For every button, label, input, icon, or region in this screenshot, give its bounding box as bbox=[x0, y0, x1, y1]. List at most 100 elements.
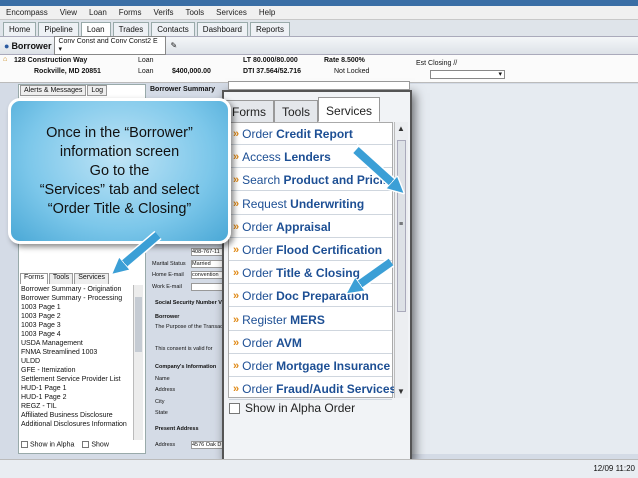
main-tab-bar: Home Pipeline Loan Trades Contacts Dashb… bbox=[0, 20, 638, 37]
service-item-name: Product and Pricing bbox=[283, 173, 398, 188]
present-address-field[interactable]: 4576 Oak D bbox=[191, 441, 225, 449]
service-item[interactable]: » Order Flood Certification bbox=[229, 240, 392, 261]
company-name-label: Name bbox=[155, 376, 170, 382]
service-item[interactable]: » Access Lenders bbox=[229, 147, 392, 169]
form-item[interactable]: HUD-1 Page 2 bbox=[21, 393, 133, 402]
menu-services[interactable]: Services bbox=[210, 8, 253, 17]
bullet-chevron-icon: » bbox=[233, 383, 240, 396]
scrollbar-thumb[interactable]: ≡ bbox=[397, 140, 406, 312]
service-item-name: Title & Closing bbox=[276, 266, 360, 281]
chevron-down-icon: ▾ bbox=[498, 71, 502, 78]
service-item-name: Flood Certification bbox=[276, 243, 383, 257]
form-item[interactable]: Additional Disclosures Information bbox=[21, 420, 133, 429]
tab-reports[interactable]: Reports bbox=[249, 22, 290, 36]
form-item[interactable]: 1003 Page 1 bbox=[21, 303, 133, 312]
service-item[interactable]: » Order Doc Preparation bbox=[229, 286, 392, 308]
popup-tab-tools[interactable]: Tools bbox=[274, 100, 319, 122]
service-item-name: Underwriting bbox=[290, 196, 365, 211]
show-checkbox[interactable]: Show bbox=[82, 441, 109, 448]
scroll-up-icon[interactable]: ▲ bbox=[397, 124, 405, 133]
tab-log[interactable]: Log bbox=[87, 85, 108, 96]
service-item[interactable]: » Order Title & Closing bbox=[229, 263, 392, 285]
scroll-down-icon[interactable]: ▼ bbox=[397, 387, 405, 396]
service-item[interactable]: » Order AVM bbox=[229, 333, 392, 354]
borrower-label: Borrower bbox=[11, 40, 52, 51]
menu-encompass[interactable]: Encompass bbox=[0, 8, 54, 17]
menu-loan[interactable]: Loan bbox=[83, 8, 113, 17]
service-item[interactable]: » Register MERS bbox=[229, 310, 392, 331]
service-item[interactable]: » Order Appraisal bbox=[229, 217, 392, 238]
popup-tab-services[interactable]: Services bbox=[318, 97, 381, 122]
est-closing-label: Est Closing // bbox=[416, 60, 458, 67]
form-item[interactable]: Borrower Summary - Processing bbox=[21, 294, 133, 303]
menu-help[interactable]: Help bbox=[253, 8, 281, 17]
form-item[interactable]: GFE - Itemization bbox=[21, 366, 133, 375]
marital-status-value: Married bbox=[192, 261, 211, 267]
service-item[interactable]: » Order Fraud/Audit Services bbox=[229, 379, 396, 401]
grip-icon: ≡ bbox=[399, 221, 404, 228]
show-label: Show bbox=[91, 441, 109, 449]
menu-tools[interactable]: Tools bbox=[179, 8, 210, 17]
service-item[interactable]: » Order Credit Report bbox=[229, 124, 392, 145]
service-item-verb: Search bbox=[242, 173, 284, 188]
left-tab-tools[interactable]: Tools bbox=[48, 273, 74, 284]
service-item-verb: Order bbox=[242, 382, 277, 397]
menu-bar: Encompass View Loan Forms Verifs Tools S… bbox=[0, 6, 638, 20]
form-item[interactable]: 1003 Page 4 bbox=[21, 330, 133, 339]
phone-field[interactable]: 408-767-11 bbox=[191, 248, 225, 256]
form-item[interactable]: ULDD bbox=[21, 357, 133, 366]
form-item[interactable]: FNMA Streamlined 1003 bbox=[21, 348, 133, 357]
work-email-label: Work E-mail bbox=[152, 284, 182, 290]
menu-view[interactable]: View bbox=[54, 8, 83, 17]
show-alpha-order-checkbox[interactable]: Show in Alpha Order bbox=[229, 401, 355, 415]
phone-value: 408-767-11 bbox=[192, 249, 220, 255]
ssn-section-label: Social Security Number V bbox=[155, 300, 222, 306]
form-item[interactable]: REGZ - TIL bbox=[21, 402, 133, 411]
form-item[interactable]: Borrower Summary - Origination bbox=[21, 285, 133, 294]
scrollbar-thumb[interactable] bbox=[135, 297, 142, 352]
marital-status-field[interactable]: Married bbox=[191, 260, 225, 268]
menu-verifs[interactable]: Verifs bbox=[147, 8, 179, 17]
tab-pipeline[interactable]: Pipeline bbox=[38, 22, 79, 36]
tab-contacts[interactable]: Contacts bbox=[151, 22, 195, 36]
loan-header-bar: ● Borrower Conv Const and Conv Const2 E … bbox=[0, 36, 638, 55]
service-item-name: AVM bbox=[276, 335, 302, 350]
checkbox-box[interactable] bbox=[229, 402, 240, 414]
service-item[interactable]: » Order Mortgage Insurance bbox=[229, 356, 392, 377]
service-item-verb: Order bbox=[242, 335, 277, 350]
alerts-tab-strip: Alerts & Messages Log bbox=[20, 85, 108, 96]
tab-dashboard[interactable]: Dashboard bbox=[196, 22, 248, 36]
service-item-name: Credit Report bbox=[276, 127, 353, 141]
form-item[interactable]: 1003 Page 3 bbox=[21, 321, 133, 330]
present-address-value: 4576 Oak D bbox=[192, 442, 222, 448]
tab-trades[interactable]: Trades bbox=[112, 22, 150, 36]
form-item[interactable]: USDA Management bbox=[21, 339, 133, 348]
menu-forms[interactable]: Forms bbox=[113, 8, 148, 17]
forms-list-scrollbar[interactable] bbox=[133, 285, 143, 440]
edit-icon[interactable]: ✎ bbox=[170, 41, 177, 50]
form-item[interactable]: 1003 Page 2 bbox=[21, 312, 133, 321]
service-item[interactable]: » Search Product and Pricing bbox=[229, 170, 398, 192]
service-item[interactable]: » Request Underwriting bbox=[229, 194, 392, 215]
loan-amount: $400,000.00 bbox=[172, 68, 211, 75]
work-email-field[interactable] bbox=[191, 283, 225, 291]
borrower-pair-select[interactable]: Conv Const and Conv Const2 E ▾ bbox=[54, 36, 167, 55]
service-item-verb: Order bbox=[242, 266, 277, 281]
home-email-field[interactable]: convention bbox=[191, 271, 225, 279]
est-closing-dropdown[interactable]: ▾ bbox=[430, 70, 505, 79]
form-item[interactable]: Affiliated Business Disclosure bbox=[21, 411, 133, 420]
loan-label-2: Loan bbox=[138, 68, 154, 75]
services-list-scrollbar[interactable]: ▲ ≡ ▼ bbox=[394, 122, 408, 398]
tab-alerts-messages[interactable]: Alerts & Messages bbox=[20, 85, 87, 96]
form-item[interactable]: Settlement Service Provider List bbox=[21, 375, 133, 384]
bullet-chevron-icon: » bbox=[233, 128, 240, 140]
left-tab-services[interactable]: Services bbox=[74, 273, 110, 284]
tab-home[interactable]: Home bbox=[3, 22, 37, 36]
loan-label: Loan bbox=[138, 57, 154, 64]
left-tab-forms[interactable]: Forms bbox=[20, 273, 48, 284]
form-item[interactable]: HUD-1 Page 1 bbox=[21, 384, 133, 393]
company-state-label: State bbox=[155, 410, 168, 416]
popup-tab-forms[interactable]: Forms bbox=[224, 100, 274, 122]
tab-loan[interactable]: Loan bbox=[80, 22, 111, 36]
show-in-alpha-checkbox[interactable]: Show in Alpha bbox=[21, 441, 74, 448]
